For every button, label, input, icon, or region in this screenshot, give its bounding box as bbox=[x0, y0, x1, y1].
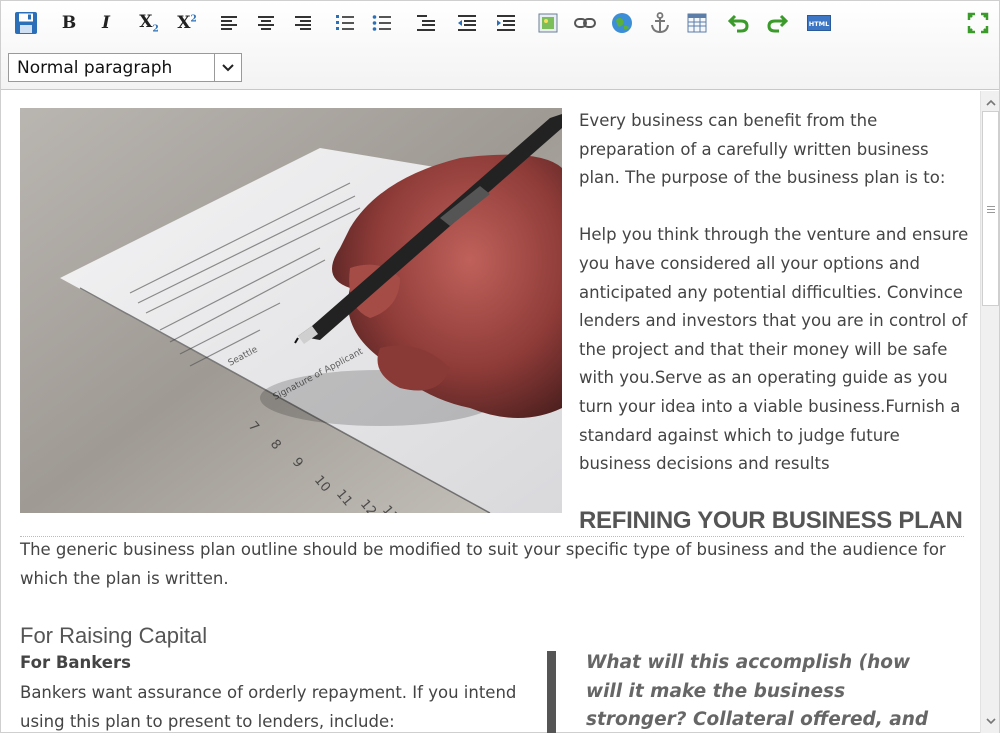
toolbar: B I X2 X2 HTML Normal paragraph bbox=[1, 1, 999, 90]
generic-paragraph: The generic business plan outline should… bbox=[20, 540, 946, 588]
fullscreen-icon bbox=[967, 12, 989, 34]
heading-refining: REFINING YOUR BUSINESS PLAN bbox=[579, 507, 963, 534]
subscript-label: X bbox=[139, 11, 153, 32]
editor-content[interactable]: 7 8 9 10 11 12 13 Seattle Signature of A… bbox=[2, 91, 979, 733]
anchor-icon bbox=[651, 12, 669, 34]
indent-more-icon bbox=[497, 15, 515, 31]
redo-button[interactable] bbox=[763, 9, 791, 37]
format-select-value: Normal paragraph bbox=[17, 57, 173, 78]
italic-label: I bbox=[102, 13, 110, 33]
redo-icon bbox=[767, 14, 788, 33]
superscript-label: X bbox=[177, 13, 191, 33]
undo-icon bbox=[728, 14, 749, 33]
heading-bankers: For Bankers bbox=[20, 653, 131, 672]
scroll-down-icon[interactable] bbox=[981, 712, 1000, 731]
italic-button[interactable]: I bbox=[92, 9, 120, 37]
indent-more-button[interactable] bbox=[492, 9, 520, 37]
outdent-icon bbox=[458, 15, 476, 31]
indent-button[interactable] bbox=[412, 9, 440, 37]
unordered-list-icon bbox=[372, 15, 391, 31]
chevron-down-icon[interactable] bbox=[214, 54, 241, 81]
fullscreen-button[interactable] bbox=[964, 9, 992, 37]
image-icon bbox=[538, 13, 558, 33]
html-label: HTML bbox=[809, 20, 829, 28]
blockquote: What will this accomplish (how will it m… bbox=[586, 652, 929, 730]
align-left-button[interactable] bbox=[215, 9, 243, 37]
superscript-suffix: 2 bbox=[190, 14, 197, 25]
intro-paragraph-1: Every business can benefit from the prep… bbox=[579, 111, 946, 188]
paragraph-format-select[interactable]: Normal paragraph bbox=[8, 53, 242, 82]
scrollbar-thumb[interactable] bbox=[982, 111, 999, 306]
align-right-button[interactable] bbox=[289, 9, 317, 37]
intro-text: Every business can benefit from the prep… bbox=[579, 107, 971, 507]
rich-text-editor: B I X2 X2 HTML Normal paragraph 7 8 9 10… bbox=[0, 0, 1000, 733]
table-button[interactable] bbox=[683, 9, 711, 37]
ordered-list-icon bbox=[336, 15, 354, 30]
undo-button[interactable] bbox=[725, 9, 753, 37]
hand-signing-document-photo: 7 8 9 10 11 12 13 Seattle Signature of A… bbox=[20, 108, 562, 513]
anchor-button[interactable] bbox=[646, 9, 674, 37]
subscript-suffix: 2 bbox=[152, 24, 159, 35]
bankers-paragraph: Bankers want assurance of orderly repaym… bbox=[20, 683, 517, 731]
save-button[interactable] bbox=[12, 9, 40, 37]
intro-paragraph-2: Help you think through the venture and e… bbox=[579, 225, 969, 474]
insert-image-button[interactable] bbox=[534, 9, 562, 37]
unordered-list-button[interactable] bbox=[368, 9, 396, 37]
align-right-icon bbox=[295, 16, 311, 30]
table-icon bbox=[687, 13, 707, 33]
bold-button[interactable]: B bbox=[55, 9, 83, 37]
outdent-button[interactable] bbox=[453, 9, 481, 37]
insert-link-button[interactable] bbox=[571, 9, 599, 37]
html-icon: HTML bbox=[807, 15, 831, 31]
superscript-button[interactable]: X2 bbox=[173, 9, 201, 37]
align-left-icon bbox=[221, 16, 237, 30]
globe-icon bbox=[612, 13, 632, 33]
ordered-list-button[interactable] bbox=[331, 9, 359, 37]
indent-icon bbox=[417, 15, 435, 31]
align-center-button[interactable] bbox=[252, 9, 280, 37]
blockquote-bar bbox=[547, 651, 556, 733]
subscript-button[interactable]: X2 bbox=[135, 9, 163, 37]
align-center-icon bbox=[258, 16, 274, 30]
link-icon bbox=[574, 18, 596, 28]
web-button[interactable] bbox=[608, 9, 636, 37]
vertical-scrollbar[interactable] bbox=[980, 91, 999, 733]
save-icon bbox=[15, 12, 37, 34]
bold-label: B bbox=[61, 13, 77, 33]
heading-raising-capital: For Raising Capital bbox=[20, 623, 208, 648]
scroll-up-icon[interactable] bbox=[981, 93, 1000, 112]
html-button[interactable]: HTML bbox=[805, 9, 833, 37]
